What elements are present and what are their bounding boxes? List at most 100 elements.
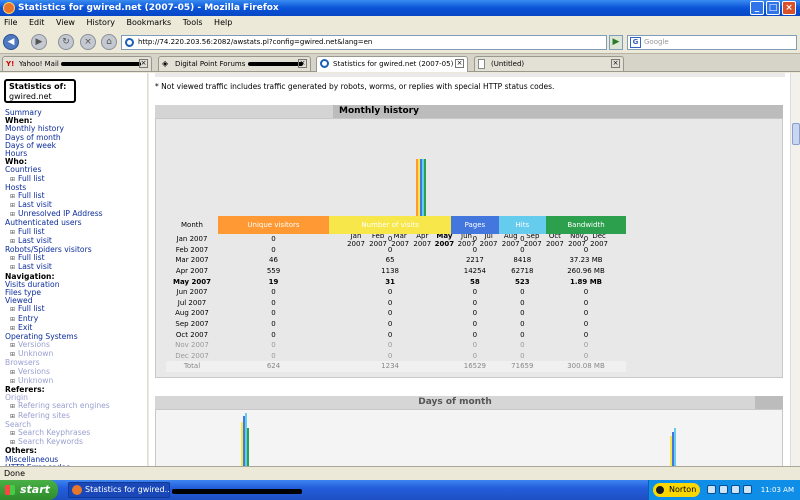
tray-security-icon[interactable] [731, 485, 740, 494]
forum-icon: ◈ [162, 59, 169, 68]
col-unique-visitors: Unique visitors [218, 216, 330, 234]
cell-month: Sep 2007 [175, 320, 209, 329]
header-spacer [755, 396, 783, 409]
minimize-button[interactable]: _ [750, 1, 764, 15]
tray-volume-icon[interactable] [719, 485, 728, 494]
cell-hits: 0 [520, 320, 525, 329]
menu-history[interactable]: History [87, 18, 115, 27]
cell-visits: 0 [387, 351, 393, 360]
site-icon [125, 38, 134, 47]
daily-bars-right [670, 428, 680, 466]
cell-bw: 0 [583, 288, 589, 297]
cell-hits: 0 [520, 288, 525, 297]
main-content: * Not viewed traffic includes traffic ge… [149, 73, 790, 466]
close-button[interactable]: × [782, 1, 796, 15]
system-tray: Norton 11:03 AM [648, 480, 800, 500]
cell-uv: 0 [271, 235, 276, 244]
cell-bw: 0 [583, 235, 589, 244]
cell-uv: 0 [271, 288, 276, 297]
cell-hits: 0 [520, 351, 525, 360]
sidebar-link[interactable]: Full list [5, 174, 145, 184]
clock: 11:03 AM [760, 486, 794, 494]
menu-bookmarks[interactable]: Bookmarks [127, 18, 172, 27]
cell-bw: 0 [583, 330, 589, 339]
address-text: http://74.220.203.56:2082/awstats.pl?con… [138, 38, 373, 46]
table-row: Sep 2007 0 0 0 0 0 [166, 319, 626, 330]
cell-bw: 1.89 MB [570, 277, 603, 286]
cell-hits: 0 [520, 341, 525, 350]
tray-network-icon[interactable] [707, 485, 716, 494]
tab-close-icon[interactable]: × [455, 59, 464, 68]
col-hits: Hits [498, 216, 547, 234]
cell-pages: 58 [470, 277, 480, 286]
go-button[interactable]: ▶ [609, 35, 623, 50]
cell-month: Oct 2007 [175, 330, 209, 339]
cell-month: Jul 2007 [177, 298, 207, 307]
start-button[interactable]: start [0, 480, 58, 500]
norton-badge[interactable]: Norton [653, 483, 701, 497]
chart-bar [247, 428, 249, 466]
cell-bw: 260.96 MB [567, 267, 605, 276]
address-bar[interactable]: http://74.220.203.56:2082/awstats.pl?con… [121, 35, 607, 50]
tab-yahoo-mail[interactable]: Y! Yahoo! Mail × [2, 56, 152, 71]
cell-pages: 0 [472, 245, 478, 254]
maximize-button[interactable]: □ [766, 1, 780, 15]
tab-untitled[interactable]: (Untitled) × [474, 56, 624, 71]
menu-edit[interactable]: Edit [29, 18, 45, 27]
partial-table-row [155, 73, 785, 77]
table-row: May 2007 19 31 58 523 1.89 MB [166, 276, 626, 287]
menu-view[interactable]: View [56, 18, 75, 27]
cell-pages: 0 [472, 351, 478, 360]
norton-icon [655, 485, 665, 495]
table-row: Apr 2007 559 1138 14254 62718 260.96 MB [166, 266, 626, 277]
tab-close-icon[interactable]: × [298, 59, 307, 68]
menu-help[interactable]: Help [214, 18, 232, 27]
cell-visits: 1138 [381, 267, 399, 276]
table-row: Mar 2007 46 65 2217 8418 37.23 MB [166, 255, 626, 266]
cell-month: Jan 2007 [176, 235, 208, 244]
sidebar-nav: Summary When: Monthly history Days of month… [5, 108, 145, 466]
menu-file[interactable]: File [4, 18, 17, 27]
cell-visits: 0 [387, 245, 393, 254]
cell-bw: 0 [583, 245, 589, 254]
cell-uv: 624 [218, 361, 330, 372]
tab-label: Yahoo! Mail [19, 60, 59, 68]
window-title-bar: Statistics for gwired.net (2007-05) - Mo… [0, 0, 800, 16]
tab-close-icon[interactable]: × [611, 59, 620, 68]
col-month: Month [181, 220, 203, 229]
tab-statistics[interactable]: Statistics for gwired.net (2007-05) × [316, 56, 468, 72]
blank-page-icon [478, 59, 485, 69]
forward-button[interactable]: ▶ [31, 34, 47, 50]
reload-button[interactable]: ↻ [58, 34, 74, 50]
google-icon: G [630, 37, 641, 48]
tray-update-icon[interactable] [743, 485, 752, 494]
stop-button[interactable]: × [80, 34, 96, 50]
cell-bw: 0 [583, 351, 589, 360]
cell-uv: 0 [271, 351, 276, 360]
home-button[interactable]: ⌂ [101, 34, 117, 50]
cell-bw: 37.23 MB [569, 256, 603, 265]
cell-bw: 0 [583, 320, 589, 329]
monthly-table-body: Jan 2007 0 0 0 0 0 Feb 2007 0 0 0 0 0 Mar 2007 46 65 22… [166, 234, 626, 372]
tab-close-icon[interactable]: × [139, 59, 148, 68]
cell-month: Aug 2007 [175, 309, 209, 318]
menu-tools[interactable]: Tools [183, 18, 203, 27]
tab-digital-point[interactable]: ◈ Digital Point Forums × [158, 56, 311, 71]
cell-pages: 0 [472, 298, 478, 307]
cell-uv: 0 [271, 298, 276, 307]
tab-label: Statistics for gwired.net (2007-05) [333, 60, 454, 68]
back-button[interactable]: ◀ [3, 34, 19, 50]
search-box[interactable]: G Google [627, 35, 797, 50]
traffic-note: * Not viewed traffic includes traffic ge… [155, 82, 555, 91]
cell-uv: 559 [266, 267, 281, 276]
cell-visits: 0 [387, 309, 393, 318]
scrollbar-thumb[interactable] [792, 123, 800, 145]
cell-hits: 523 [514, 277, 530, 286]
table-row: Jul 2007 0 0 0 0 0 [166, 298, 626, 309]
chart-bar [674, 428, 676, 466]
vertical-scrollbar[interactable] [790, 73, 800, 466]
firefox-icon [72, 485, 82, 495]
cell-visits: 65 [385, 256, 395, 265]
cell-pages: 0 [472, 288, 478, 297]
taskbar-firefox-item[interactable]: Statistics for gwired... [68, 482, 170, 498]
